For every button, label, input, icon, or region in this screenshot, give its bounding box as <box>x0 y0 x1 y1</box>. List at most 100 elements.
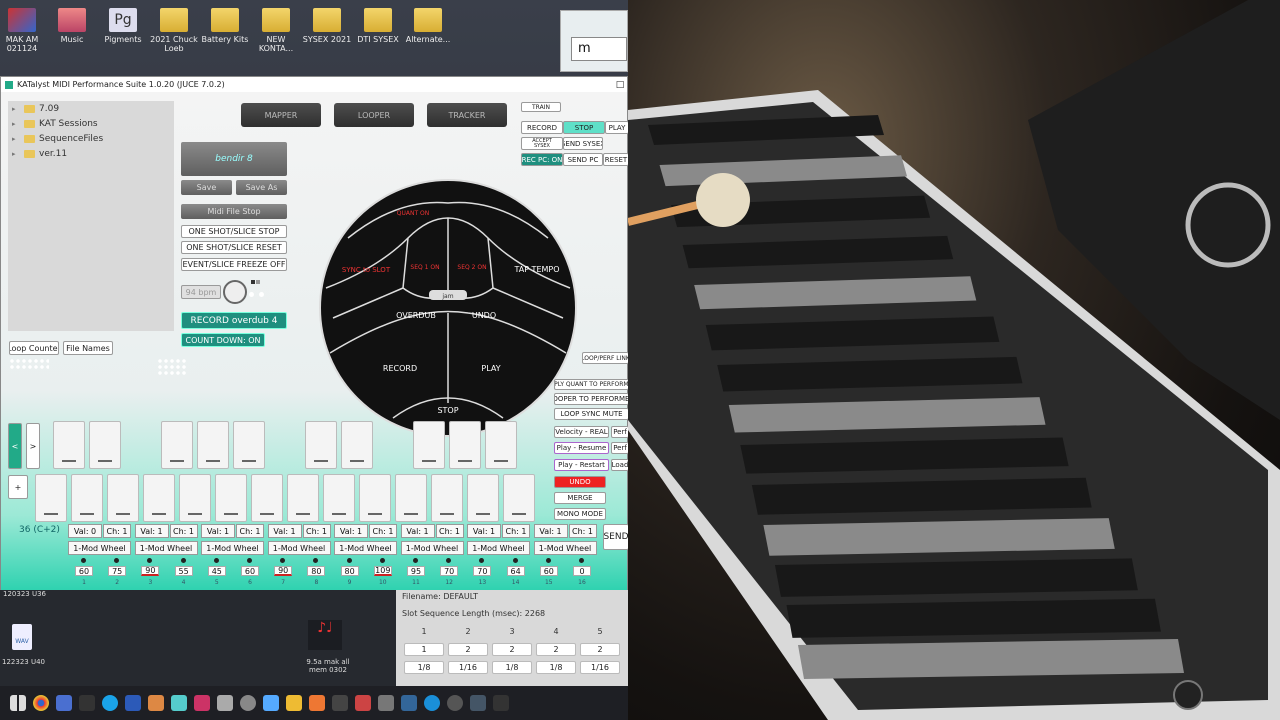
pad-key[interactable] <box>179 474 211 522</box>
bpm-display[interactable]: 94 bpm <box>181 285 221 299</box>
send-button[interactable]: SEND <box>603 524 629 550</box>
seq-steps[interactable]: 2 <box>448 643 488 656</box>
cc-select[interactable]: 1-Mod Wheel <box>467 541 530 555</box>
midi-file-stop-button[interactable]: Midi File Stop <box>181 204 287 219</box>
slot-knob-icon[interactable] <box>346 558 352 563</box>
desktop-icon-pigments[interactable]: Pg Pigments <box>95 8 151 44</box>
nav-prev-button[interactable]: < <box>8 423 22 469</box>
seq-division[interactable]: 1/8 <box>492 661 532 674</box>
desktop-icon-mak-am[interactable]: MAK AM 021124 <box>0 8 50 53</box>
slot-value[interactable]: 90 <box>141 566 160 576</box>
accept-sysex-button[interactable]: ACCEPT SYSEX <box>521 137 563 150</box>
looper-to-performer-button[interactable]: LOOPER TO PERFORMER <box>554 393 629 405</box>
seq-steps[interactable]: 2 <box>536 643 576 656</box>
slot-knob-icon[interactable] <box>81 558 86 563</box>
count-down-button[interactable]: COUNT DOWN: ON <box>181 333 265 347</box>
reset-button[interactable]: RESET <box>603 153 629 166</box>
value-field[interactable]: Val: 1 <box>400 524 435 538</box>
seq-steps[interactable]: 1 <box>404 643 444 656</box>
pad-key[interactable] <box>395 474 427 522</box>
cc-select[interactable]: 1-Mod Wheel <box>533 541 597 555</box>
tree-item[interactable]: ▸ ver.11 <box>8 146 174 161</box>
pad-key[interactable] <box>143 474 175 522</box>
seq-division[interactable]: 1/8 <box>536 661 576 674</box>
pad-key[interactable] <box>449 421 481 469</box>
slot-value[interactable]: 70 <box>473 566 492 576</box>
channel-field[interactable]: Ch: 1 <box>302 524 331 538</box>
one-shot-stop-button[interactable]: ONE SHOT/SLICE STOP <box>181 225 287 238</box>
store-icon[interactable] <box>56 695 72 711</box>
tab-tracker[interactable]: TRACKER <box>427 103 507 127</box>
app-icon[interactable] <box>470 695 486 711</box>
slot-knob-icon[interactable] <box>114 558 120 563</box>
slot-value[interactable]: 60 <box>539 566 558 576</box>
slot-value[interactable]: 95 <box>407 566 425 576</box>
pad-key[interactable] <box>71 474 103 522</box>
pad-quant[interactable]: QUANT ON <box>397 210 430 217</box>
cc-select[interactable]: 1-Mod Wheel <box>68 541 131 555</box>
pad-play[interactable]: PLAY <box>481 364 500 373</box>
tree-item[interactable]: ▸ KAT Sessions <box>8 116 174 131</box>
chrome-icon[interactable] <box>33 695 49 711</box>
app-icon[interactable] <box>194 695 210 711</box>
slot-knob-icon[interactable] <box>413 558 418 563</box>
value-field[interactable]: Val: 1 <box>334 524 368 538</box>
slot-knob-icon[interactable] <box>379 558 385 563</box>
slot-value[interactable]: 80 <box>307 566 326 576</box>
slot-value[interactable]: 55 <box>174 566 193 576</box>
seq-division[interactable]: 1/16 <box>448 661 488 674</box>
slot-value[interactable]: 75 <box>108 566 127 576</box>
slot-knob-icon[interactable] <box>213 558 219 563</box>
pad-key[interactable] <box>287 474 319 522</box>
pad-key[interactable] <box>197 421 229 469</box>
seq-division[interactable]: 1/8 <box>404 661 444 674</box>
slot-value[interactable]: 70 <box>440 566 459 576</box>
channel-field[interactable]: Ch: 1 <box>568 524 597 538</box>
slot-value[interactable]: 0 <box>573 566 591 576</box>
cc-select[interactable]: 1-Mod Wheel <box>201 541 264 555</box>
pad-sync[interactable]: SYNC to SLOT <box>342 266 391 274</box>
loop-perf-link-button[interactable]: LOOP/PERF LINK <box>582 352 629 364</box>
value-field[interactable]: Val: 1 <box>533 524 568 538</box>
search-input[interactable]: m <box>571 37 627 61</box>
apply-quant-button[interactable]: APPLY QUANT TO PERFORMER <box>554 379 629 390</box>
seq-steps[interactable]: 2 <box>580 643 620 656</box>
channel-field[interactable]: Ch: 1 <box>236 524 264 538</box>
loop-counter-button[interactable]: Loop Counter <box>9 341 59 355</box>
send-sysex-button[interactable]: SEND SYSEX <box>563 137 603 150</box>
slot-knob-icon[interactable] <box>280 558 286 563</box>
slot-value[interactable]: 80 <box>340 566 359 576</box>
stop-button[interactable]: STOP <box>563 121 605 134</box>
perf-button-2[interactable]: Perf <box>611 442 629 454</box>
slot-knob-icon[interactable] <box>545 558 551 563</box>
slot-value[interactable]: 60 <box>241 566 259 576</box>
app-icon[interactable] <box>447 695 463 711</box>
slot-knob-icon[interactable] <box>247 558 252 563</box>
tab-looper[interactable]: LOOPER <box>334 103 414 127</box>
seq-division[interactable]: 1/16 <box>580 661 620 674</box>
app-icon[interactable] <box>493 695 509 711</box>
pad-seq1[interactable]: SEQ 1 ON <box>410 264 439 271</box>
slot-value[interactable]: 45 <box>207 566 226 576</box>
app-icon[interactable] <box>286 695 302 711</box>
channel-field[interactable]: Ch: 1 <box>169 524 198 538</box>
close-icon[interactable]: □ <box>613 80 627 90</box>
skype-icon[interactable] <box>102 695 118 711</box>
pad-key[interactable] <box>341 421 373 469</box>
one-shot-reset-button[interactable]: ONE SHOT/SLICE RESET <box>181 241 287 254</box>
channel-field[interactable]: Ch: 1 <box>502 524 530 538</box>
slot-knob-icon[interactable] <box>147 558 153 563</box>
app-icon[interactable] <box>240 695 256 711</box>
value-field[interactable]: Val: 1 <box>467 524 501 538</box>
desktop-icon-alternate[interactable]: Alternate... <box>400 8 456 44</box>
pad-key[interactable] <box>89 421 121 469</box>
pad-key[interactable] <box>503 474 535 522</box>
cc-select[interactable]: 1-Mod Wheel <box>334 541 397 555</box>
add-button[interactable]: + <box>8 475 28 499</box>
value-field[interactable]: Val: 1 <box>201 524 235 538</box>
slot-knob-icon[interactable] <box>479 558 485 563</box>
desktop-icon-new-konta[interactable]: NEW KONTA... <box>248 8 304 53</box>
pad-key[interactable] <box>233 421 265 469</box>
pad-key[interactable] <box>161 421 193 469</box>
slot-knob-icon[interactable] <box>180 558 186 563</box>
